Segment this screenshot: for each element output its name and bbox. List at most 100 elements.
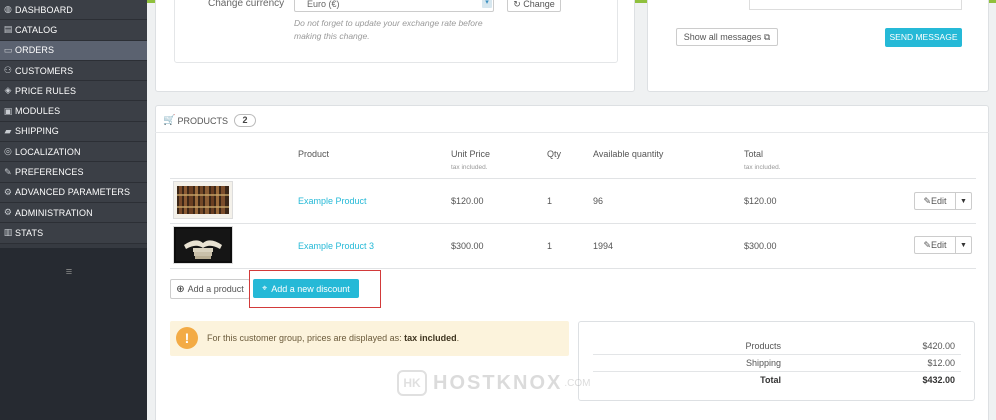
- show-all-messages-button[interactable]: Show all messages ⧉: [676, 28, 778, 46]
- sidebar-item-localization[interactable]: ◎ LOCALIZATION: [0, 142, 147, 163]
- catalog-icon: ▤: [3, 24, 13, 35]
- currency-panel: [155, 0, 635, 92]
- highlight-annotation: [249, 270, 381, 308]
- quantity: 1: [547, 196, 553, 206]
- sidebar-item-label: ADVANCED PARAMETERS: [15, 187, 131, 198]
- chevron-down-icon[interactable]: ▾: [482, 0, 492, 8]
- external-link-icon: ⧉: [763, 32, 771, 42]
- advanced-parameters-icon: ⚙: [3, 186, 13, 197]
- available-quantity: 1994: [593, 241, 614, 251]
- unit-price: $120.00: [451, 196, 484, 206]
- total-note: tax included.: [744, 164, 781, 171]
- sidebar-item-customers[interactable]: ⚇ CUSTOMERS: [0, 60, 147, 82]
- sidebar-menu: ◍ DASHBOARD ▤ CATALOG ▭ ORDERS ⚇ CUSTOMERS ◈ PRIC…: [0, 0, 147, 244]
- column-header-total: Total: [744, 149, 764, 159]
- product-count-badge: 2: [233, 114, 256, 127]
- orders-icon: ▭: [3, 44, 13, 55]
- sidebar-item-label: MODULES: [15, 106, 61, 117]
- sidebar-item-dashboard[interactable]: ◍ DASHBOARD: [0, 0, 147, 21]
- sidebar-item-catalog[interactable]: ▤ CATALOG: [0, 20, 147, 41]
- available-quantity: 96: [593, 196, 604, 206]
- warning-icon: !: [176, 327, 198, 349]
- tax-info-alert: ! For this customer group, prices are di…: [170, 321, 569, 356]
- sidebar-item-label: PREFERENCES: [15, 167, 84, 178]
- pencil-icon: ✎: [923, 195, 932, 206]
- message-input[interactable]: [749, 0, 962, 10]
- product-link[interactable]: Example Product 3: [298, 241, 374, 251]
- sidebar-item-orders[interactable]: ▭ ORDERS: [0, 40, 147, 61]
- unit-price-note: tax included.: [451, 164, 488, 171]
- sidebar-item-label: CUSTOMERS: [15, 65, 74, 76]
- books-image: [174, 182, 232, 218]
- watermark-logo: HK: [397, 370, 427, 396]
- customers-icon: ⚇: [3, 65, 13, 76]
- edit-button[interactable]: ✎ Edit: [915, 237, 956, 253]
- divider: [170, 178, 976, 179]
- edit-button-group: ✎ Edit ▼: [914, 236, 972, 254]
- quantity: 1: [547, 241, 553, 251]
- column-header-available: Available quantity: [593, 149, 664, 159]
- open-book-image: [174, 227, 232, 263]
- refresh-icon: ↻: [513, 0, 524, 9]
- unit-price: $300.00: [451, 241, 484, 251]
- sidebar-item-shipping[interactable]: ▰ SHIPPING: [0, 121, 147, 143]
- product-thumbnail: [173, 226, 233, 264]
- sidebar-item-label: STATS: [15, 227, 44, 238]
- send-message-button[interactable]: SEND MESSAGE: [885, 28, 962, 47]
- localization-icon: ◎: [4, 146, 12, 157]
- pencil-icon: ✎: [923, 239, 932, 250]
- preferences-icon: ✎: [4, 166, 12, 177]
- change-currency-button[interactable]: ↻ Change: [507, 0, 561, 12]
- products-panel-title: 🛒 PRODUCTS 2: [163, 114, 256, 127]
- add-product-button[interactable]: ⊕ Add a product: [170, 279, 250, 299]
- sidebar-item-modules[interactable]: ▣ MODULES: [0, 101, 147, 122]
- shipping-icon: ▰: [4, 125, 12, 136]
- sidebar-item-administration[interactable]: ⚙ ADMINISTRATION: [0, 202, 147, 224]
- currency-label: Change currency: [208, 0, 285, 9]
- sidebar-item-label: PRICE RULES: [15, 85, 77, 96]
- sidebar-item-price-rules[interactable]: ◈ PRICE RULES: [0, 81, 147, 102]
- alert-message: For this customer group, prices are disp…: [207, 333, 460, 343]
- divider: [155, 132, 989, 133]
- plus-circle-icon: ⊕: [176, 283, 185, 295]
- stats-icon: ▥: [3, 227, 13, 238]
- sidebar: ◍ DASHBOARD ▤ CATALOG ▭ ORDERS ⚇ CUSTOMERS ◈ PRIC…: [0, 0, 147, 420]
- divider: [170, 268, 976, 269]
- sidebar-item-preferences[interactable]: ✎ PREFERENCES: [0, 162, 147, 183]
- sidebar-item-label: DASHBOARD: [15, 4, 73, 15]
- column-header-product: Product: [298, 149, 330, 159]
- cart-icon: 🛒: [163, 115, 176, 126]
- currency-select[interactable]: Euro (€): [294, 0, 494, 12]
- sidebar-item-label: SHIPPING: [15, 126, 59, 137]
- chevron-down-icon[interactable]: ▼: [956, 237, 971, 253]
- totals-row-shipping: Shipping $12.00: [745, 358, 955, 368]
- edit-button-group: ✎ Edit ▼: [914, 192, 972, 210]
- row-total: $300.00: [744, 241, 777, 251]
- totals-row-products: Products $420.00: [745, 341, 955, 351]
- column-header-unit-price: Unit Price: [451, 149, 491, 159]
- divider: [593, 354, 961, 355]
- sidebar-item-label: LOCALIZATION: [15, 146, 81, 157]
- row-total: $120.00: [744, 196, 777, 206]
- chevron-down-icon[interactable]: ▼: [956, 193, 971, 209]
- sidebar-item-advanced-parameters[interactable]: ⚙ ADVANCED PARAMETERS: [0, 182, 147, 203]
- currency-help-text: Do not forget to update your exchange ra…: [294, 18, 483, 41]
- totals-row-total: Total $432.00: [760, 375, 955, 385]
- sidebar-item-stats[interactable]: ▥ STATS: [0, 223, 147, 244]
- dashboard-icon: ◍: [4, 4, 12, 15]
- edit-button[interactable]: ✎ Edit: [915, 193, 956, 209]
- sidebar-collapse-icon[interactable]: ≡: [62, 267, 76, 278]
- sidebar-item-label: ORDERS: [15, 45, 55, 56]
- sidebar-item-label: ADMINISTRATION: [15, 207, 93, 218]
- modules-icon: ▣: [3, 105, 13, 116]
- divider: [593, 371, 961, 372]
- column-header-qty: Qty: [547, 149, 562, 159]
- product-thumbnail: [173, 181, 233, 219]
- order-totals: Products $420.00 Shipping $12.00 Total $…: [578, 321, 975, 401]
- product-link[interactable]: Example Product: [298, 196, 367, 206]
- price-rules-icon: ◈: [4, 85, 12, 96]
- watermark: HK HOSTKNOX .COM: [397, 370, 590, 396]
- administration-icon: ⚙: [3, 207, 13, 218]
- divider: [170, 223, 976, 224]
- sidebar-item-label: CATALOG: [15, 24, 58, 35]
